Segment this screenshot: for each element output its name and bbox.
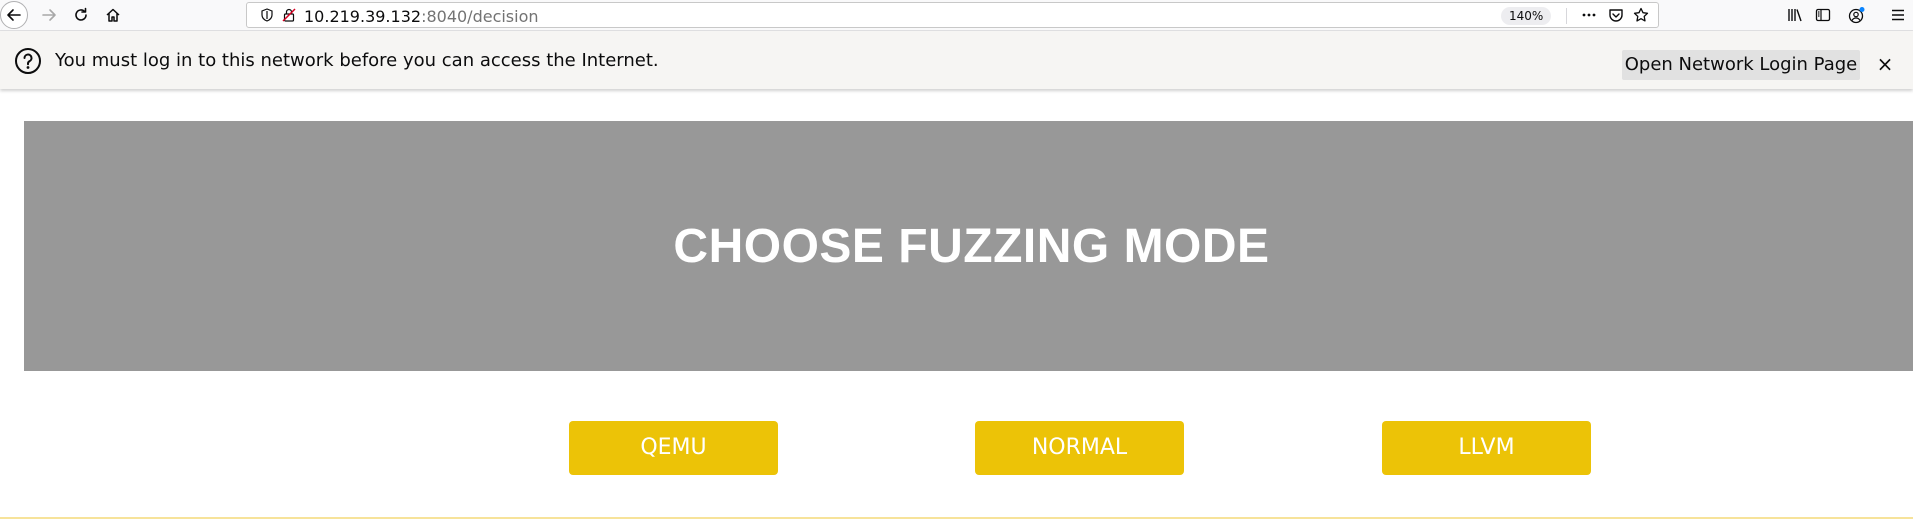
notification-close-icon[interactable]: × xyxy=(1875,52,1895,76)
library-icon xyxy=(1788,9,1802,22)
url-host: 10.219.39.132 xyxy=(304,7,422,26)
bookmark-star-icon[interactable] xyxy=(1632,6,1650,24)
pocket-icon[interactable] xyxy=(1607,6,1625,24)
account-button[interactable] xyxy=(1843,2,1869,28)
account-icon xyxy=(1848,7,1865,24)
insecure-lock-icon[interactable] xyxy=(280,6,298,24)
tracking-shield-icon[interactable] xyxy=(258,6,276,24)
url-path: :8040/decision xyxy=(421,7,539,26)
page-title: CHOOSE FUZZING MODE xyxy=(673,219,1270,273)
url-separator xyxy=(1566,8,1567,24)
reload-icon xyxy=(75,7,87,21)
sidebar-button[interactable] xyxy=(1810,2,1836,28)
question-icon xyxy=(14,47,42,75)
llvm-mode-button[interactable]: LLVM xyxy=(1382,421,1591,475)
arrow-left-icon xyxy=(7,9,21,21)
back-button[interactable] xyxy=(0,1,28,29)
qemu-mode-button[interactable]: QEMU xyxy=(569,421,778,475)
page-actions-icon[interactable] xyxy=(1580,6,1598,24)
notification-message: You must log in to this network before y… xyxy=(55,50,659,71)
open-network-login-button[interactable]: Open Network Login Page xyxy=(1622,50,1860,80)
home-icon xyxy=(106,8,120,22)
hamburger-menu-icon xyxy=(1892,9,1904,21)
menu-button[interactable] xyxy=(1885,2,1911,28)
arrow-right-icon xyxy=(42,9,56,21)
home-button[interactable] xyxy=(100,2,126,28)
sidebar-icon xyxy=(1815,8,1831,22)
footer-divider xyxy=(0,517,1913,519)
reload-button[interactable] xyxy=(68,2,94,28)
forward-button[interactable] xyxy=(36,2,62,28)
library-button[interactable] xyxy=(1782,2,1808,28)
url-text[interactable]: 10.219.39.132:8040/decision xyxy=(304,7,539,26)
address-bar[interactable]: 10.219.39.132:8040/decision 140% xyxy=(246,2,1659,28)
hero-banner: CHOOSE FUZZING MODE xyxy=(24,121,1913,371)
browser-toolbar: 10.219.39.132:8040/decision 140% xyxy=(0,0,1913,31)
zoom-level-badge[interactable]: 140% xyxy=(1501,7,1552,25)
normal-mode-button[interactable]: NORMAL xyxy=(975,421,1184,475)
